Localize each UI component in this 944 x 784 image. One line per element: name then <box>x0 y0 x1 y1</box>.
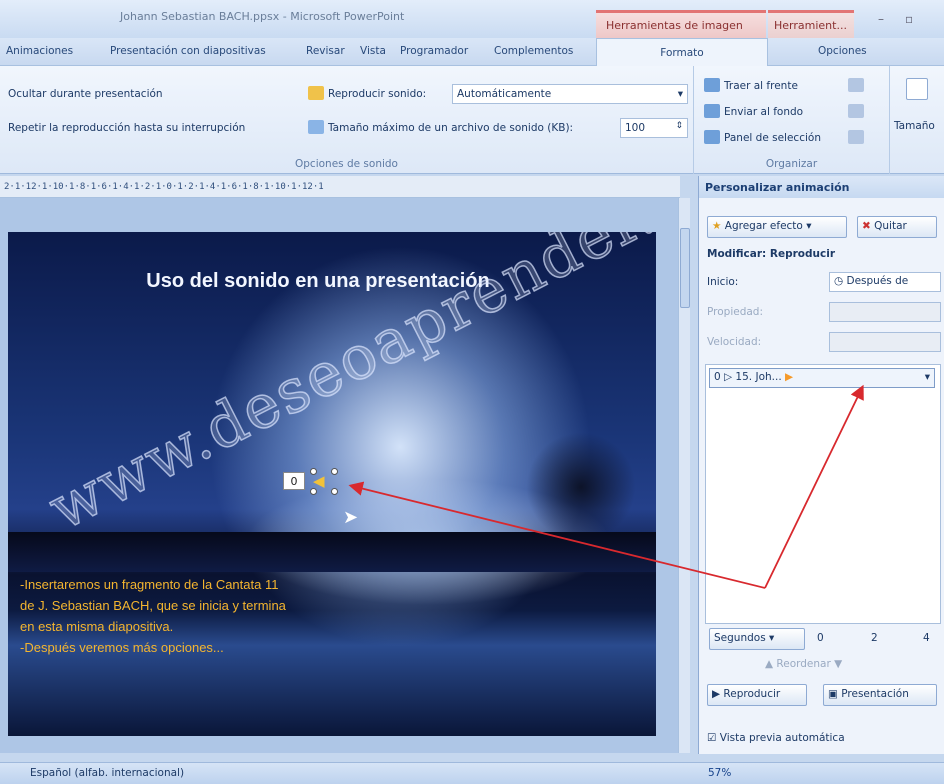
selection-pane-button[interactable]: Panel de selección <box>724 132 821 144</box>
speaker-icon[interactable]: ◀ <box>313 472 331 490</box>
start-label: Inicio: <box>707 276 739 288</box>
star-icon: ★ <box>712 220 725 232</box>
tree-silhouette <box>526 432 636 542</box>
status-bar: Español (alfab. internacional) 57% <box>0 762 944 784</box>
reorder-label: ▲ Reordenar ▼ <box>765 658 843 670</box>
add-effect-button[interactable]: ★ Agregar efecto ▾ <box>707 216 847 238</box>
speaker-icon <box>308 86 324 100</box>
play-button[interactable]: ▶ Reproducir <box>707 684 807 706</box>
tab-opciones[interactable]: Opciones <box>818 45 867 57</box>
selection-pane-icon <box>704 130 720 144</box>
hide-during-show-checkbox[interactable]: Ocultar durante presentación <box>8 88 163 100</box>
title-bar: Johann Sebastian BACH.ppsx - Microsoft P… <box>0 0 944 38</box>
tab-formato[interactable]: Formato <box>596 38 768 66</box>
context-tab-image-tools[interactable]: Herramientas de imagen <box>596 10 766 38</box>
resize-handle[interactable] <box>331 488 338 495</box>
size-group: Tamaño <box>890 66 944 174</box>
animation-order-tag: 0 <box>283 472 305 490</box>
size-icon[interactable] <box>906 78 928 100</box>
zoom-level[interactable]: 57% <box>708 767 731 779</box>
slide-body-line: -Después veremos más opciones... <box>20 640 224 655</box>
checkbox-checked-icon[interactable]: ☑ <box>707 732 720 744</box>
ribbon-tabs: Animaciones Presentación con diapositiva… <box>0 38 944 66</box>
start-select[interactable]: ◷ Después de <box>829 272 941 292</box>
arrow-down-icon[interactable]: ▼ <box>831 658 842 670</box>
tab-revisar[interactable]: Revisar <box>306 45 345 57</box>
play-sound-select[interactable]: Automáticamente ▾ <box>452 84 688 104</box>
animation-list-item[interactable]: 0 ▷ 15. Joh... ▶ ▾ <box>709 368 935 388</box>
send-to-back-button[interactable]: Enviar al fondo <box>724 106 803 118</box>
tab-vista[interactable]: Vista <box>360 45 386 57</box>
modify-label: Modificar: Reproducir <box>707 248 836 260</box>
arrow-up-icon[interactable]: ▲ <box>765 658 776 670</box>
send-to-back-icon <box>704 104 720 118</box>
bring-to-front-button[interactable]: Traer al frente <box>724 80 798 92</box>
resize-handle[interactable] <box>310 468 317 475</box>
ribbon: Ocultar durante presentación Repetir la … <box>0 66 944 174</box>
slide-horizon <box>8 532 656 572</box>
custom-animation-pane: Personalizar animación ★ Agregar efecto … <box>698 176 944 754</box>
resize-handle[interactable] <box>310 488 317 495</box>
restore-button[interactable]: ▫ <box>905 12 913 26</box>
window-title: Johann Sebastian BACH.ppsx - Microsoft P… <box>120 10 405 23</box>
vertical-scrollbar[interactable] <box>678 198 690 753</box>
sound-options-group-label: Opciones de sonido <box>295 158 398 170</box>
play-sound-label: Reproducir sonido: <box>328 88 427 100</box>
context-tab-other-tools[interactable]: Herramient... <box>768 10 854 38</box>
scrollbar-thumb[interactable] <box>680 228 690 308</box>
max-size-value: 100 <box>625 122 646 134</box>
mouse-cursor-icon: ➤ <box>343 507 359 528</box>
slide-body-text[interactable]: -Insertaremos un fragmento de la Cantata… <box>20 574 286 658</box>
language-indicator[interactable]: Español (alfab. internacional) <box>30 767 184 779</box>
timeline-tick: 4 <box>923 632 930 644</box>
tab-programador[interactable]: Programador <box>400 45 468 57</box>
arrange-group: Traer al frente Enviar al fondo Panel de… <box>694 66 890 174</box>
minimize-button[interactable]: – <box>878 12 884 26</box>
play-icon: ▶ <box>712 688 724 700</box>
max-size-label: Tamaño máximo de un archivo de sonido (K… <box>328 122 574 134</box>
arrange-group-label: Organizar <box>765 158 818 170</box>
align-icon[interactable] <box>848 78 864 92</box>
slide-canvas[interactable]: Uso del sonido en una presentación -Inse… <box>8 232 656 736</box>
spinner-icon[interactable]: ⇕ <box>675 121 683 131</box>
play-sound-value: Automáticamente <box>457 88 552 100</box>
slide-body-line: -Insertaremos un fragmento de la Cantata… <box>20 577 279 592</box>
tab-animaciones[interactable]: Animaciones <box>6 45 73 57</box>
resize-handle[interactable] <box>331 468 338 475</box>
sound-options-group: Ocultar durante presentación Repetir la … <box>0 66 694 174</box>
projector-icon: ▣ <box>828 688 842 700</box>
property-label: Propiedad: <box>707 306 764 318</box>
slide-body-line: en esta misma diapositiva. <box>20 619 174 634</box>
max-size-input[interactable]: 100 ⇕ <box>620 118 688 138</box>
timing-bar-icon: ▶ <box>785 371 794 383</box>
timeline-tick: 2 <box>871 632 878 644</box>
slide-body-line: de J. Sebastian BACH, que se inicia y te… <box>20 598 286 613</box>
bring-to-front-icon <box>704 78 720 92</box>
tab-presentacion[interactable]: Presentación con diapositivas <box>110 45 266 57</box>
speed-select <box>829 332 941 352</box>
chevron-down-icon[interactable]: ▾ <box>925 371 930 383</box>
tab-complementos[interactable]: Complementos <box>494 45 573 57</box>
property-select <box>829 302 941 322</box>
group-icon[interactable] <box>848 104 864 118</box>
timeline-tick: 0 <box>817 632 824 644</box>
clock-icon: ◷ <box>834 275 847 287</box>
seconds-dropdown[interactable]: Segundos ▾ <box>709 628 805 650</box>
animation-list[interactable]: 0 ▷ 15. Joh... ▶ ▾ <box>705 364 941 624</box>
remove-icon: ✖ <box>862 220 875 232</box>
pane-title: Personalizar animación <box>699 176 944 198</box>
sound-object[interactable]: 0 ◀ <box>283 468 341 496</box>
autopreview-checkbox[interactable]: ☑ Vista previa automática <box>707 732 845 744</box>
slide-editing-area: Uso del sonido en una presentación -Inse… <box>0 198 690 753</box>
remove-button[interactable]: ✖ Quitar <box>857 216 937 238</box>
sound-file-icon <box>308 120 324 134</box>
rotate-icon[interactable] <box>848 130 864 144</box>
slideshow-button[interactable]: ▣ Presentación <box>823 684 937 706</box>
size-button[interactable]: Tamaño <box>894 120 935 132</box>
chevron-down-icon: ▾ <box>677 88 683 100</box>
speed-label: Velocidad: <box>707 336 762 348</box>
loop-until-stopped-checkbox[interactable]: Repetir la reproducción hasta su interru… <box>8 122 245 134</box>
horizontal-ruler: 2·1·12·1·10·1·8·1·6·1·4·1·2·1·0·1·2·1·4·… <box>0 176 680 198</box>
